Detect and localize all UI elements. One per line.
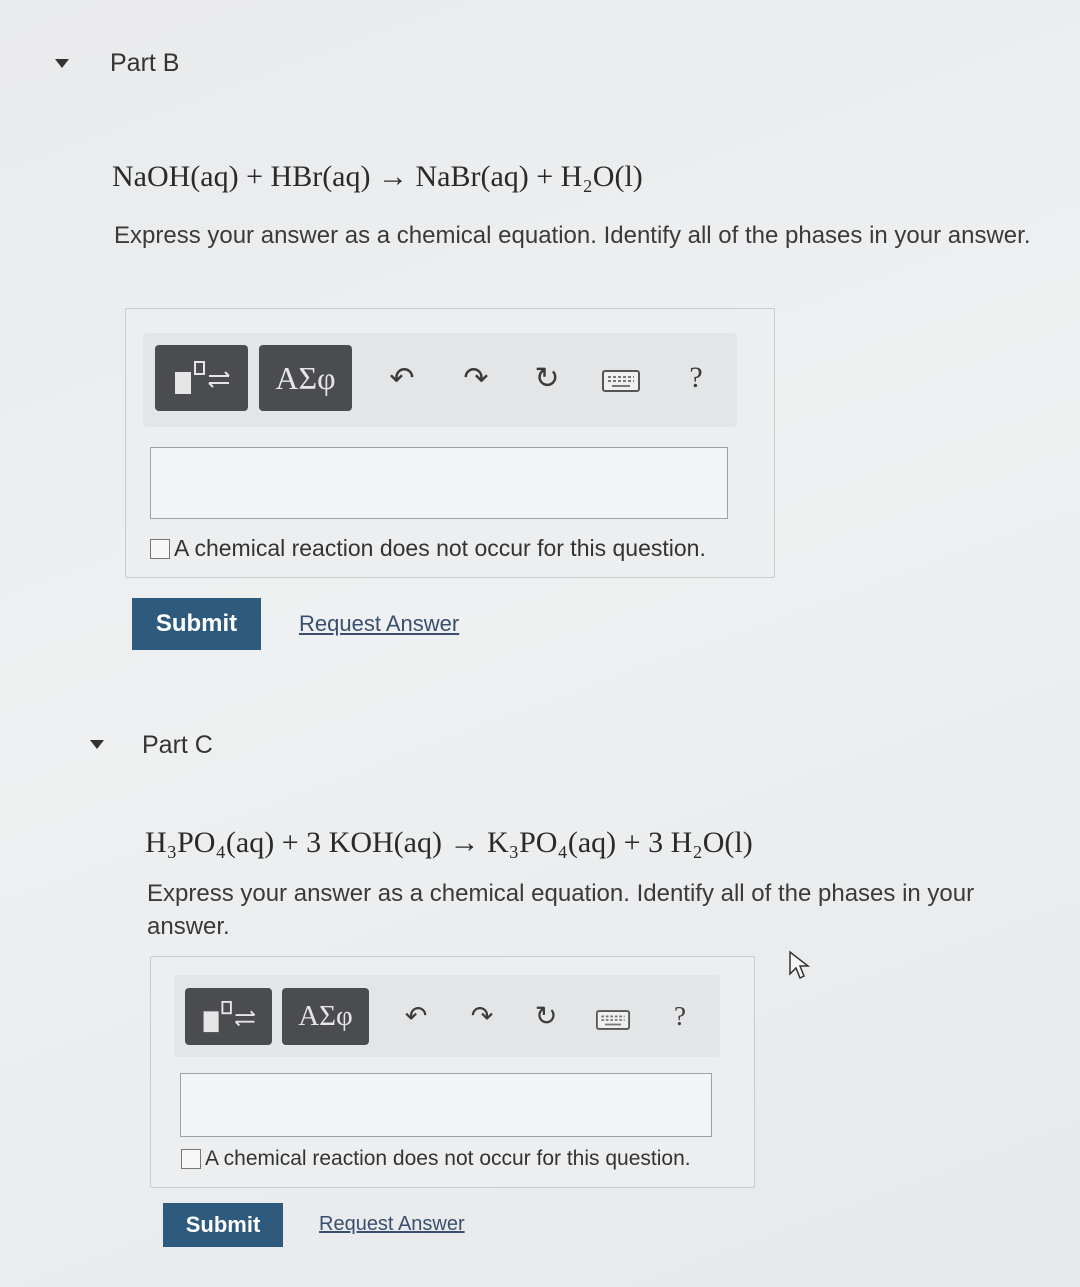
templates-button[interactable] [185, 988, 272, 1045]
part-c-no-reaction-option[interactable]: A chemical reaction does not occur for t… [181, 1147, 691, 1171]
help-icon[interactable]: ? [680, 360, 712, 396]
part-b-no-reaction-label: A chemical reaction does not occur for t… [174, 535, 706, 561]
reset-icon[interactable]: ↻ [530, 1000, 562, 1032]
part-c-no-reaction-checkbox[interactable] [181, 1149, 201, 1169]
redo-icon[interactable]: ↷ [458, 360, 494, 396]
part-b-equation: NaOH(aq) + HBr(aq) → NaBr(aq) + H₂O(l) [112, 160, 643, 193]
redo-icon[interactable]: ↷ [466, 1000, 498, 1032]
part-c-answer-input[interactable] [180, 1073, 712, 1137]
part-c-equation: H₃PO₄(aq) + 3 KOH(aq) → K₃PO₄(aq) + 3 H₂… [145, 826, 753, 859]
caret-down-icon[interactable] [90, 740, 104, 749]
part-c-no-reaction-label: A chemical reaction does not occur for t… [205, 1147, 691, 1170]
caret-down-icon[interactable] [55, 59, 69, 68]
part-b-answer-input[interactable] [150, 447, 728, 519]
reset-icon[interactable]: ↻ [529, 360, 565, 396]
part-c-title[interactable]: Part C [142, 731, 213, 760]
help-icon[interactable]: ? [666, 1000, 694, 1032]
part-b-submit-button[interactable]: Submit [132, 598, 261, 650]
part-c-prompt: Express your answer as a chemical equati… [147, 880, 975, 940]
templates-button[interactable] [155, 345, 248, 411]
keyboard-icon[interactable] [602, 370, 640, 392]
part-c-submit-button[interactable]: Submit [163, 1203, 283, 1247]
templates-icon [174, 361, 230, 394]
undo-icon[interactable]: ↶ [384, 360, 420, 396]
part-b-prompt: Express your answer as a chemical equati… [114, 222, 1031, 249]
part-c-request-answer-link[interactable]: Request Answer [319, 1213, 465, 1236]
part-b-no-reaction-checkbox[interactable] [150, 538, 170, 559]
keyboard-icon[interactable] [596, 1010, 630, 1030]
greek-symbols-button[interactable]: ΑΣφ [259, 345, 352, 411]
templates-icon [203, 1000, 255, 1032]
part-b-request-answer-link[interactable]: Request Answer [299, 611, 459, 637]
mouse-cursor-icon [788, 950, 812, 980]
part-b-no-reaction-option[interactable]: A chemical reaction does not occur for t… [150, 535, 706, 562]
undo-icon[interactable]: ↶ [400, 1000, 432, 1032]
part-b-title[interactable]: Part B [110, 49, 179, 78]
greek-symbols-button[interactable]: ΑΣφ [282, 988, 369, 1045]
